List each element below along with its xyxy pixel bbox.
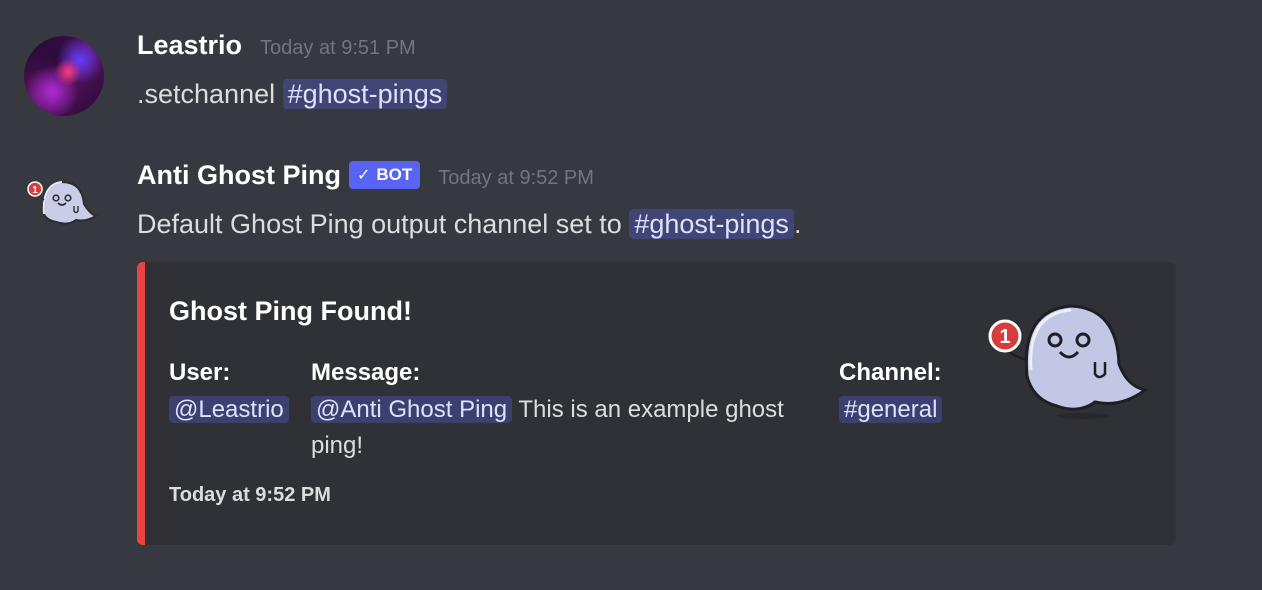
bot-tag-label: BOT xyxy=(376,165,413,184)
message-text: .setchannel xyxy=(137,79,283,109)
user-mention[interactable]: @Anti Ghost Ping xyxy=(311,396,513,423)
message-content: Default Ghost Ping output channel set to… xyxy=(137,204,1202,244)
avatar[interactable]: 1 xyxy=(24,170,104,250)
field-name: Channel: xyxy=(839,359,942,386)
bot-tag: ✓ BOT xyxy=(348,161,421,189)
message-suffix: . xyxy=(793,209,802,239)
channel-mention[interactable]: #ghost-pings xyxy=(282,79,448,109)
embed: Ghost Ping Found! User: @Leastrio Messag… xyxy=(137,262,1175,545)
thumbnail-badge: 1 xyxy=(999,326,1010,348)
embed-field-message: Message: @Anti Ghost Ping This is an exa… xyxy=(311,358,831,464)
field-name: Message: xyxy=(311,359,421,386)
message-content: .setchannel #ghost-pings xyxy=(137,74,1202,114)
embed-title: Ghost Ping Found! xyxy=(169,296,412,326)
user-mention[interactable]: @Leastrio xyxy=(169,396,289,423)
message-timestamp: Today at 9:51 PM xyxy=(260,37,416,59)
svg-text:1: 1 xyxy=(32,185,38,196)
chat-window: Leastrio Today at 9:51 PM .setchannel #g… xyxy=(0,0,1262,590)
message-timestamp: Today at 9:52 PM xyxy=(438,167,594,189)
avatar[interactable] xyxy=(24,36,104,116)
field-name: User: xyxy=(169,359,231,386)
channel-mention[interactable]: #ghost-pings xyxy=(629,209,794,239)
ghost-icon: 1 xyxy=(27,180,99,225)
ghost-thumbnail-icon[interactable]: 1 xyxy=(971,290,1151,430)
embed-footer-timestamp: Today at 9:52 PM xyxy=(169,484,331,506)
channel-mention[interactable]: #general xyxy=(839,396,943,423)
message-text: Default Ghost Ping output channel set to xyxy=(137,209,630,239)
username[interactable]: Anti Ghost Ping xyxy=(137,160,341,191)
check-icon: ✓ xyxy=(356,167,371,184)
embed-field-user: User: @Leastrio xyxy=(169,358,289,428)
username[interactable]: Leastrio xyxy=(137,30,242,61)
embed-field-channel: Channel: #general xyxy=(839,358,943,428)
